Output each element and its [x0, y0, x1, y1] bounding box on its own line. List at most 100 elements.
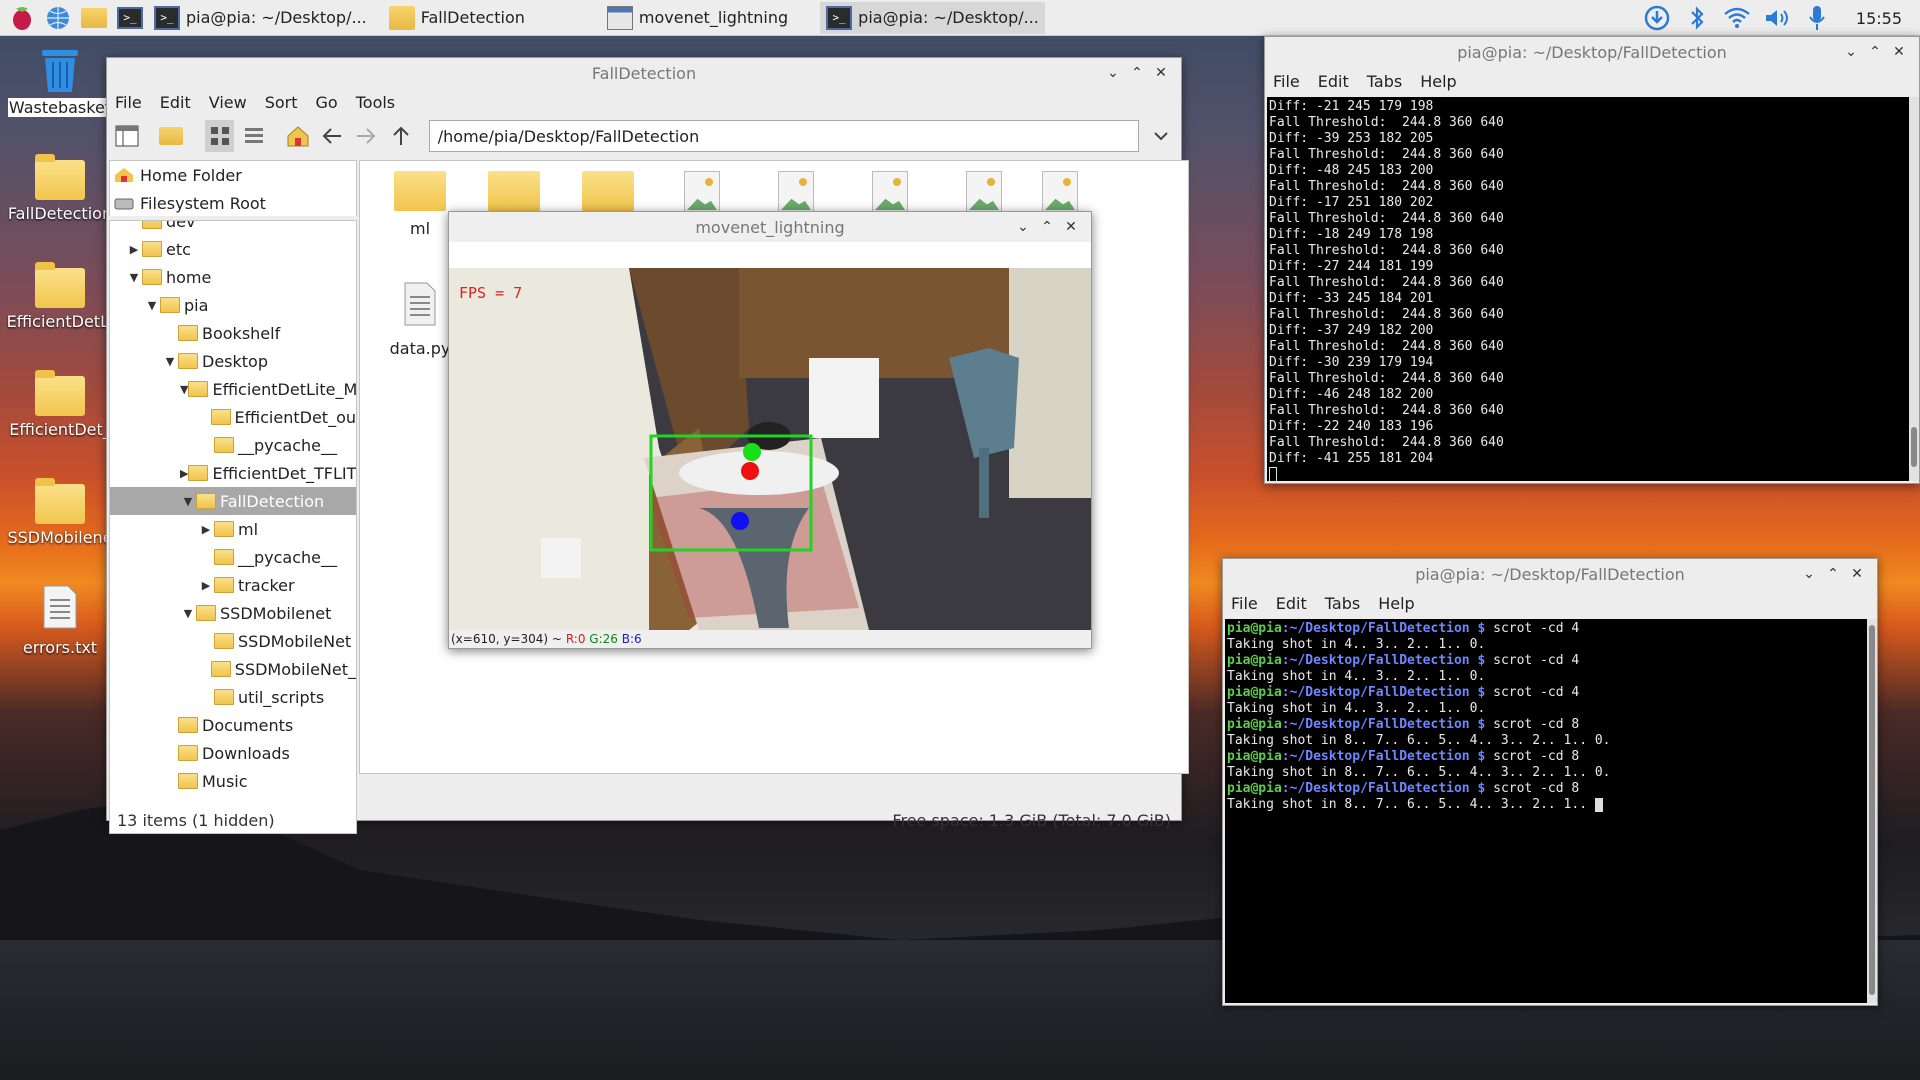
browser-globe-icon[interactable] [44, 4, 72, 32]
tree-item[interactable]: ▼ Desktop [110, 347, 356, 375]
terminal-launcher-icon[interactable]: >_ [116, 4, 144, 32]
menu-file[interactable]: File [1273, 72, 1300, 91]
desktop-icon-efficientdet[interactable]: EfficientDet_ [0, 370, 120, 439]
desktop-icon-efficientdetlite[interactable]: EfficientDetLi [0, 262, 120, 331]
window-titlebar[interactable]: pia@pia: ~/Desktop/FallDetection ⌄ ⌃ ✕ [1265, 37, 1919, 67]
tree-item[interactable]: ▼ SSDMobilenet [110, 599, 356, 627]
bluetooth-icon[interactable] [1682, 3, 1712, 33]
path-dropdown-chevron-icon[interactable] [1147, 120, 1175, 152]
tree-item[interactable]: ▶ EfficientDet_TFLIT [110, 459, 356, 487]
desktop-icon-wastebasket[interactable]: Wastebasket [0, 46, 120, 117]
minimize-button[interactable]: ⌄ [1839, 44, 1863, 60]
tree-item[interactable]: Music [110, 767, 356, 795]
menu-view[interactable]: View [209, 93, 247, 112]
microphone-icon[interactable] [1802, 3, 1832, 33]
tree-item[interactable]: __pycache__ [110, 431, 356, 459]
volume-icon[interactable] [1762, 3, 1792, 33]
back-arrow-icon[interactable] [318, 120, 346, 152]
expander-icon[interactable]: ▶ [198, 523, 214, 536]
taskbar-task-terminal-1[interactable]: >_ pia@pia: ~/Desktop/... [148, 2, 373, 34]
maximize-button[interactable]: ⌃ [1863, 44, 1887, 60]
menu-help[interactable]: Help [1378, 594, 1414, 613]
menu-edit[interactable]: Edit [1318, 72, 1349, 91]
icon-view-icon[interactable] [205, 120, 234, 152]
place-home-folder[interactable]: Home Folder [110, 161, 356, 189]
terminal-output-line: Taking shot in 8.. 7.. 6.. 5.. 4.. 3.. 2… [1227, 765, 1865, 781]
clock[interactable]: 15:55 [1856, 9, 1902, 28]
scrollbar[interactable] [1867, 619, 1877, 1003]
tree-item[interactable]: SSDMobileNet [110, 627, 356, 655]
new-tab-folder-icon[interactable] [157, 120, 185, 152]
menu-sort[interactable]: Sort [265, 93, 298, 112]
up-arrow-icon[interactable] [387, 120, 415, 152]
menu-go[interactable]: Go [316, 93, 338, 112]
taskbar-task-filemanager[interactable]: FallDetection [383, 2, 531, 34]
minimize-button[interactable]: ⌄ [1101, 65, 1125, 81]
tree-item-label: dev [166, 220, 196, 231]
expander-icon[interactable]: ▼ [180, 383, 188, 396]
close-button[interactable]: ✕ [1887, 44, 1911, 60]
menu-file[interactable]: File [1231, 594, 1258, 613]
menu-tabs[interactable]: Tabs [1367, 72, 1402, 91]
taskbar-task-movenet[interactable]: movenet_lightning [601, 2, 794, 34]
expander-icon[interactable]: ▼ [144, 299, 160, 312]
forward-arrow-icon[interactable] [352, 120, 380, 152]
terminal-output[interactable]: Diff: -21 245 179 198 Fall Threshold: 244… [1267, 97, 1909, 481]
tree-item[interactable]: SSDMobileNet_ [110, 655, 356, 683]
tree-item[interactable]: ▼ pia [110, 291, 356, 319]
path-input[interactable]: /home/pia/Desktop/FallDetection [428, 120, 1139, 152]
close-button[interactable]: ✕ [1845, 566, 1869, 582]
menu-file[interactable]: File [115, 93, 142, 112]
menu-edit[interactable]: Edit [160, 93, 191, 112]
expander-icon[interactable]: ▼ [162, 355, 178, 368]
wifi-icon[interactable] [1722, 3, 1752, 33]
desktop-icon-errors-txt[interactable]: errors.txt [0, 584, 120, 657]
close-button[interactable]: ✕ [1149, 65, 1173, 81]
menu-tools[interactable]: Tools [356, 93, 395, 112]
expander-icon[interactable]: ▼ [180, 495, 196, 508]
scrollbar[interactable] [1909, 97, 1919, 481]
expander-icon[interactable]: ▶ [180, 467, 188, 480]
tree-item[interactable]: ▶ ml [110, 515, 356, 543]
raspberry-menu-icon[interactable] [8, 4, 36, 32]
tree-item[interactable]: ▼ FallDetection [110, 487, 356, 515]
new-window-icon[interactable] [113, 120, 141, 152]
expander-icon[interactable]: ▶ [198, 579, 214, 592]
tree-item[interactable]: Documents [110, 711, 356, 739]
tree-item[interactable]: ▶ tracker [110, 571, 356, 599]
maximize-button[interactable]: ⌃ [1035, 219, 1059, 235]
tree-item[interactable]: EfficientDet_ou [110, 403, 356, 431]
list-view-icon[interactable] [240, 120, 268, 152]
menu-tabs[interactable]: Tabs [1325, 594, 1360, 613]
tree-item[interactable]: __pycache__ [110, 543, 356, 571]
minimize-button[interactable]: ⌄ [1011, 219, 1035, 235]
desktop-icon-ssdmobilenet[interactable]: SSDMobilene [0, 478, 120, 547]
window-titlebar[interactable]: movenet_lightning ⌄ ⌃ ✕ [449, 212, 1091, 242]
minimize-button[interactable]: ⌄ [1797, 566, 1821, 582]
file-manager-launcher-icon[interactable] [80, 4, 108, 32]
download-update-icon[interactable] [1642, 3, 1672, 33]
expander-icon[interactable]: ▼ [126, 271, 142, 284]
desktop-icon-falldetection[interactable]: FallDetection [0, 154, 120, 223]
tree-item[interactable]: util_scripts [110, 683, 356, 711]
close-button[interactable]: ✕ [1059, 219, 1083, 235]
window-titlebar[interactable]: FallDetection ⌄ ⌃ ✕ [107, 58, 1181, 88]
tree-item[interactable]: ▶ etc [110, 235, 356, 263]
maximize-button[interactable]: ⌃ [1821, 566, 1845, 582]
place-filesystem-root[interactable]: Filesystem Root [110, 189, 356, 216]
menu-help[interactable]: Help [1420, 72, 1456, 91]
terminal-output[interactable]: pia@pia:~/Desktop/FallDetection $ scrot … [1225, 619, 1867, 1003]
tree-item[interactable]: dev [110, 220, 356, 235]
tree-item[interactable]: Downloads [110, 739, 356, 767]
home-icon[interactable] [284, 120, 312, 152]
menu-edit[interactable]: Edit [1276, 594, 1307, 613]
tree-item[interactable]: Bookshelf [110, 319, 356, 347]
window-titlebar[interactable]: pia@pia: ~/Desktop/FallDetection ⌄ ⌃ ✕ [1223, 559, 1877, 589]
expander-icon[interactable]: ▶ [126, 243, 142, 256]
maximize-button[interactable]: ⌃ [1125, 65, 1149, 81]
expander-icon[interactable]: ▼ [180, 607, 196, 620]
taskbar-task-terminal-2[interactable]: >_ pia@pia: ~/Desktop/... [820, 1, 1045, 34]
tree-item[interactable]: ▼ EfficientDetLite_M [110, 375, 356, 403]
tree-item[interactable]: ▼ home [110, 263, 356, 291]
camera-frame[interactable]: FPS = 7 [449, 268, 1091, 630]
